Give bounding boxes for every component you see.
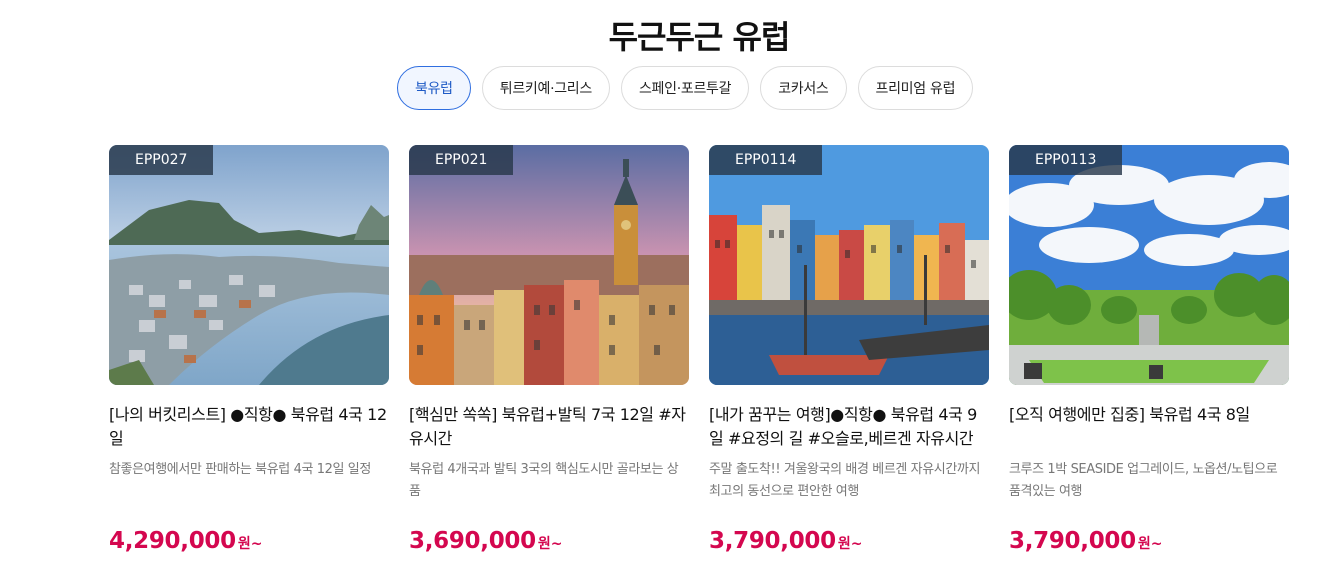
product-code-badge: EPP021 xyxy=(409,145,514,175)
price-unit: 원~ xyxy=(837,536,863,552)
price-value: 4,290,000 xyxy=(109,528,236,554)
product-card[interactable]: EPP0114 [내가 꿈꾸는 여행]●직항● 북유럽 4국 9일 #요정의 길… xyxy=(709,145,989,554)
price-unit: 원~ xyxy=(537,536,563,552)
product-code-badge: EPP0114 xyxy=(709,145,823,175)
region-tabs: 북유럽 튀르키예·그리스 스페인·포르투갈 코카서스 프리미엄 유럽 xyxy=(397,66,974,110)
product-image[interactable]: EPP027 xyxy=(109,145,389,385)
park-photo xyxy=(1009,145,1289,385)
price-value: 3,690,000 xyxy=(409,528,536,554)
product-price: 4,290,000 원~ xyxy=(109,528,389,554)
price-value: 3,790,000 xyxy=(709,528,836,554)
product-image[interactable]: EPP021 xyxy=(409,145,689,385)
product-card[interactable]: EPP027 [나의 버킷리스트] ●직항● 북유럽 4국 12일 참좋은여행에… xyxy=(109,145,389,554)
coastal-town-photo xyxy=(109,145,389,385)
price-unit: 원~ xyxy=(1137,536,1163,552)
harbor-photo xyxy=(709,145,989,385)
product-code-badge: EPP0113 xyxy=(1009,145,1123,175)
tab-turkiye-greece[interactable]: 튀르키예·그리스 xyxy=(481,66,610,110)
product-list: EPP027 [나의 버킷리스트] ●직항● 북유럽 4국 12일 참좋은여행에… xyxy=(109,145,1289,554)
product-description: 북유럽 4개국과 발틱 3국의 핵심도시만 골라보는 상품 xyxy=(409,462,679,499)
product-code-badge: EPP027 xyxy=(109,145,214,175)
product-card[interactable]: EPP021 [핵심만 쏙쏙] 북유럽+발틱 7국 12일 #자유시간 북유럽 … xyxy=(409,145,689,554)
tab-premium-europe[interactable]: 프리미엄 유럽 xyxy=(857,66,974,110)
old-town-photo xyxy=(409,145,689,385)
tab-northern-europe[interactable]: 북유럽 xyxy=(397,66,471,110)
product-image[interactable]: EPP0113 xyxy=(1009,145,1289,385)
price-value: 3,790,000 xyxy=(1009,528,1136,554)
section-title: 두근두근 유럽 xyxy=(608,18,791,56)
product-description: 크루즈 1박 SEASIDE 업그레이드, 노옵션/노팁으로 품격있는 여행 xyxy=(1009,462,1278,499)
product-card[interactable]: EPP0113 [오직 여행에만 집중] 북유럽 4국 8일 크루즈 1박 SE… xyxy=(1009,145,1289,554)
product-title[interactable]: [나의 버킷리스트] ●직항● 북유럽 4국 12일 xyxy=(109,403,389,451)
product-description: 주말 출도착!! 겨울왕국의 배경 베르겐 자유시간까지 최고의 동선으로 편안… xyxy=(709,462,981,499)
product-price: 3,790,000 원~ xyxy=(709,528,989,554)
tab-spain-portugal[interactable]: 스페인·포르투갈 xyxy=(620,66,750,110)
product-title[interactable]: [내가 꿈꾸는 여행]●직항● 북유럽 4국 9일 #요정의 길 #오슬로,베르… xyxy=(709,403,989,451)
tab-caucasus[interactable]: 코카서스 xyxy=(760,66,847,110)
product-title[interactable]: [오직 여행에만 집중] 북유럽 4국 8일 xyxy=(1009,403,1289,451)
price-unit: 원~ xyxy=(237,536,263,552)
product-description: 참좋은여행에서만 판매하는 북유럽 4국 12일 일정 xyxy=(109,462,371,477)
product-price: 3,790,000 원~ xyxy=(1009,528,1289,554)
product-image[interactable]: EPP0114 xyxy=(709,145,989,385)
product-title[interactable]: [핵심만 쏙쏙] 북유럽+발틱 7국 12일 #자유시간 xyxy=(409,403,689,451)
product-price: 3,690,000 원~ xyxy=(409,528,689,554)
